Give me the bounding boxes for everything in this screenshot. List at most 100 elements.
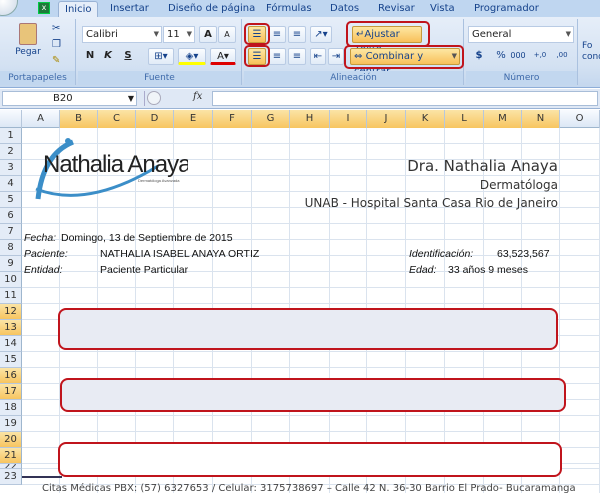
row-header-19[interactable]: 19	[0, 416, 22, 432]
row-header-10[interactable]: 10	[0, 272, 22, 288]
tab-inicio[interactable]: Inicio	[58, 1, 99, 17]
row-header-7[interactable]: 7	[0, 224, 22, 240]
thousands-button[interactable]: 000	[508, 48, 528, 65]
column-header-O[interactable]: O	[560, 110, 600, 128]
row-header-16[interactable]: 16	[0, 368, 22, 384]
row-header-2[interactable]: 2	[0, 144, 22, 160]
edad-label: Edad:	[409, 264, 437, 276]
tab-formulas[interactable]: Fórmulas	[260, 1, 318, 17]
grid-row-line	[22, 351, 600, 352]
copy-icon[interactable]: ❐	[52, 39, 61, 50]
grid-row-line	[22, 223, 600, 224]
number-format-select[interactable]: General ▼	[468, 26, 574, 43]
row-header-21[interactable]: 21	[0, 448, 22, 464]
percent-button[interactable]: %	[494, 48, 508, 65]
paciente-value[interactable]: NATHALIA ISABEL ANAYA ORTIZ	[100, 246, 259, 262]
decrease-decimal-button[interactable]: ,00	[552, 48, 572, 65]
font-name-select[interactable]: Calibri ▼	[82, 26, 162, 43]
tab-diseno-pagina[interactable]: Diseño de página	[162, 1, 261, 17]
font-size-select[interactable]: 11 ▼	[163, 26, 195, 43]
increase-indent-button[interactable]: ⇥	[328, 48, 344, 65]
column-header-J[interactable]: J	[367, 110, 406, 128]
column-header-D[interactable]: D	[136, 110, 174, 128]
row-header-14[interactable]: 14	[0, 336, 22, 352]
bold-button[interactable]: N	[82, 48, 98, 65]
merged-cell-rows-20-21-selected[interactable]	[58, 442, 562, 477]
column-header-E[interactable]: E	[174, 110, 213, 128]
entidad-value[interactable]: Paciente Particular	[100, 262, 188, 278]
formula-input[interactable]	[212, 91, 598, 106]
align-right-button[interactable]: ≡	[288, 48, 306, 65]
column-header-I[interactable]: I	[330, 110, 367, 128]
row-header-9[interactable]: 9	[0, 256, 22, 272]
grid-row-line	[22, 431, 600, 432]
grid-row-line	[22, 287, 600, 288]
grow-font-button[interactable]: A	[199, 26, 217, 43]
cancel-icon[interactable]	[147, 91, 161, 105]
row-header-6[interactable]: 6	[0, 208, 22, 224]
row-header-8[interactable]: 8	[0, 240, 22, 256]
tab-programador[interactable]: Programador	[468, 1, 545, 17]
column-header-C[interactable]: C	[98, 110, 136, 128]
merged-cell-rows-12-13[interactable]	[58, 308, 558, 350]
increase-decimal-button[interactable]: +,0	[530, 48, 550, 65]
ribbon-tabs: x Inicio Insertar Diseño de página Fórmu…	[0, 0, 600, 17]
row-header-13[interactable]: 13	[0, 320, 22, 336]
row-header-5[interactable]: 5	[0, 192, 22, 208]
row-header-23[interactable]: 23	[0, 469, 22, 485]
excel-icon[interactable]: x	[38, 2, 50, 14]
align-middle-button[interactable]: ≡	[268, 26, 286, 43]
doctor-specialty: Dermatóloga	[479, 178, 558, 192]
footer-contact: Citas Médicas PBX: (57) 6327653 / Celula…	[42, 483, 576, 494]
column-header-F[interactable]: F	[213, 110, 252, 128]
row-header-18[interactable]: 18	[0, 400, 22, 416]
row-header-11[interactable]: 11	[0, 288, 22, 304]
row-divider	[22, 476, 62, 478]
identificacion-value[interactable]: 63,523,567	[497, 246, 550, 262]
column-header-H[interactable]: H	[290, 110, 330, 128]
function-icon[interactable]: fx	[193, 91, 202, 102]
column-header-N[interactable]: N	[522, 110, 560, 128]
column-header-G[interactable]: G	[252, 110, 290, 128]
name-box[interactable]: B20 ▼	[2, 91, 137, 106]
decrease-indent-button[interactable]: ⇤	[310, 48, 326, 65]
paste-button[interactable]: Pegar	[14, 21, 42, 69]
cut-icon[interactable]: ✂	[52, 23, 60, 34]
tab-vista[interactable]: Vista	[424, 1, 461, 17]
column-header-K[interactable]: K	[406, 110, 445, 128]
orientation-button[interactable]: ↗▾	[310, 26, 332, 43]
highlight-align-left	[244, 45, 270, 67]
merged-cell-rows-16-17[interactable]	[60, 378, 566, 412]
entidad-label: Entidad:	[24, 264, 63, 276]
underline-button[interactable]: S	[118, 48, 138, 65]
column-header-M[interactable]: M	[484, 110, 522, 128]
tab-datos[interactable]: Datos	[324, 1, 365, 17]
row-header-4[interactable]: 4	[0, 176, 22, 192]
column-header-A[interactable]: A	[22, 110, 60, 128]
row-header-15[interactable]: 15	[0, 352, 22, 368]
conditional-format-button[interactable]: Focond	[582, 41, 600, 63]
format-painter-icon[interactable]: ✎	[52, 55, 60, 66]
row-header-12[interactable]: 12	[0, 304, 22, 320]
row-header-3[interactable]: 3	[0, 160, 22, 176]
column-header-B[interactable]: B	[60, 110, 98, 128]
shrink-font-button[interactable]: A	[218, 26, 236, 43]
column-header-L[interactable]: L	[445, 110, 484, 128]
tab-insertar[interactable]: Insertar	[104, 1, 155, 17]
align-bottom-button[interactable]: ≡	[288, 26, 306, 43]
row-header-20[interactable]: 20	[0, 432, 22, 448]
fecha-value[interactable]: Domingo, 13 de Septiembre de 2015	[61, 230, 233, 246]
row-header-17[interactable]: 17	[0, 384, 22, 400]
italic-button[interactable]: K	[100, 48, 116, 65]
select-all-button[interactable]	[0, 110, 22, 128]
row-header-1[interactable]: 1	[0, 128, 22, 144]
tab-revisar[interactable]: Revisar	[372, 1, 421, 17]
office-button[interactable]	[0, 0, 18, 16]
align-center-button[interactable]: ≡	[268, 48, 286, 65]
font-color-button[interactable]: A▾	[210, 48, 236, 65]
currency-button[interactable]: $	[468, 48, 490, 65]
group-alignment: ☰ ≡ ≡ ↗▾ ↵Ajustar texto ☰ ≡ ≡ ⇤ ⇥ ⇔ Comb…	[244, 19, 464, 85]
edad-value[interactable]: 33 años 9 meses	[448, 262, 528, 278]
borders-button[interactable]: ⊞▾	[148, 48, 174, 65]
fill-color-button[interactable]: ◈▾	[178, 48, 206, 65]
